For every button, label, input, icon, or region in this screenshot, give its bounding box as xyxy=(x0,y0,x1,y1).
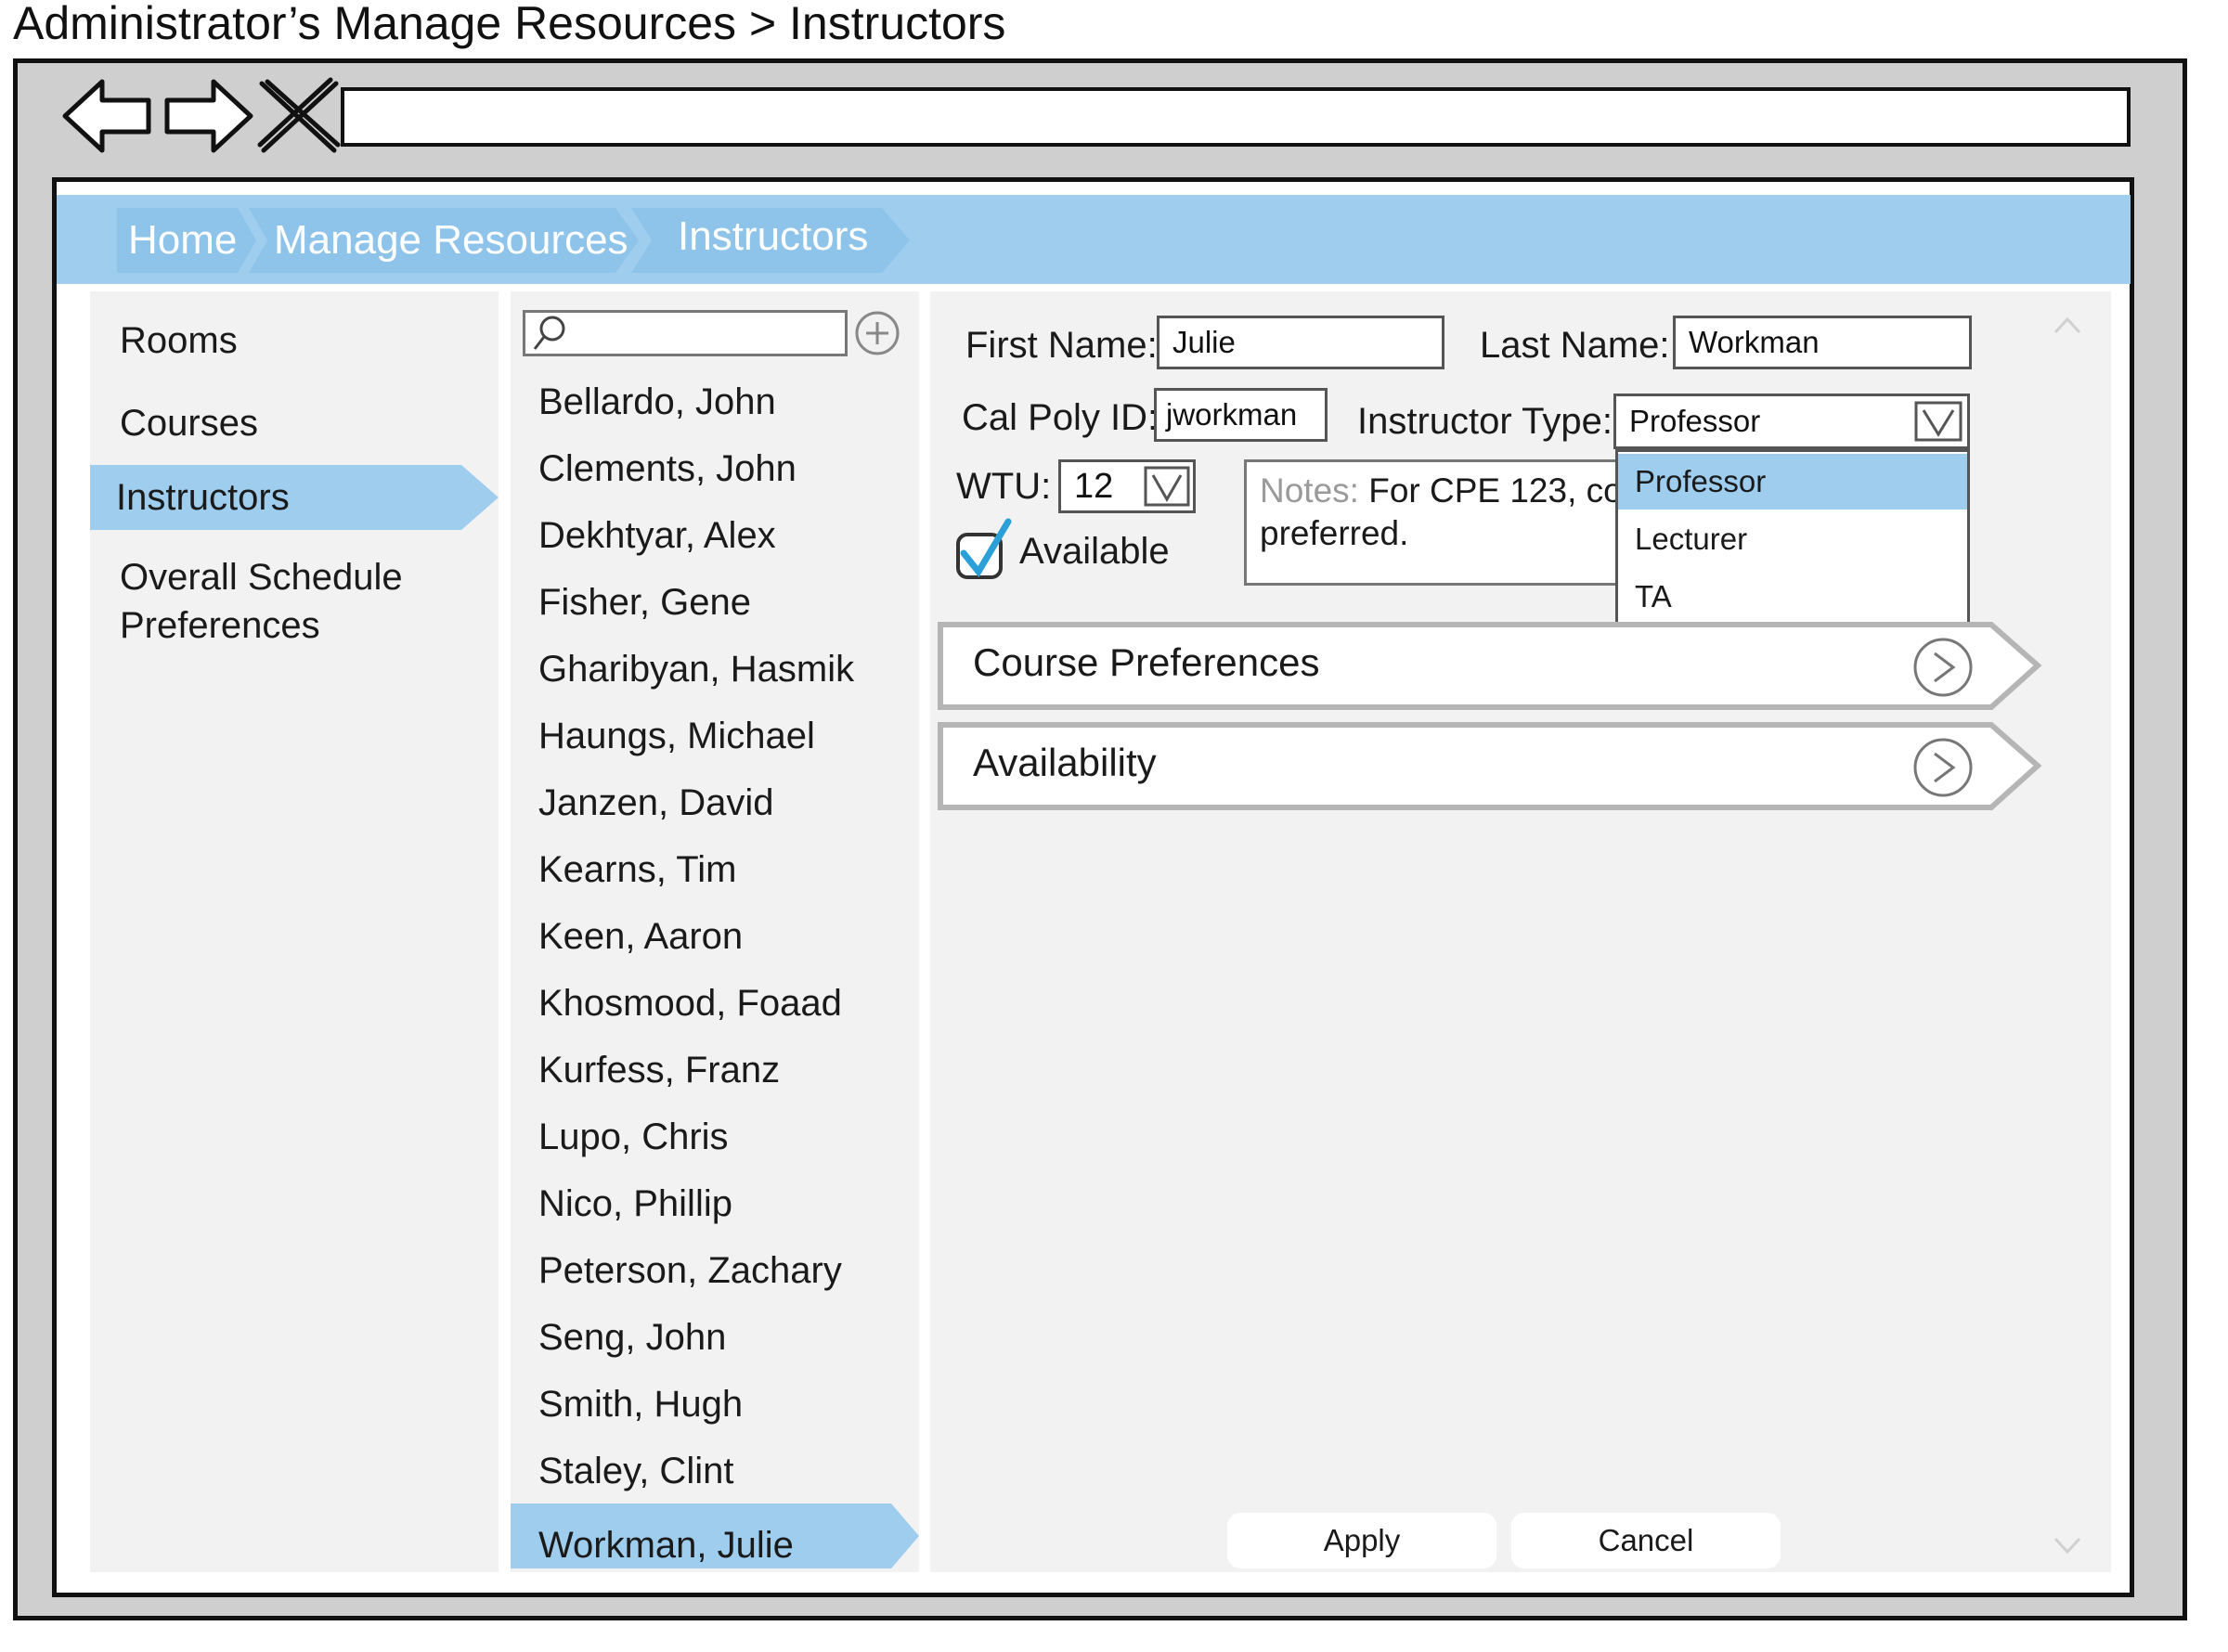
wtu-chevron-down-icon[interactable] xyxy=(1144,466,1190,507)
available-checkbox-icon[interactable] xyxy=(954,518,1029,583)
dropdown-option-lecturer[interactable]: Lecturer xyxy=(1618,511,1967,567)
detail-scrollbar[interactable] xyxy=(2044,304,2091,1567)
search-icon xyxy=(533,316,565,350)
instructor-list-item[interactable]: Staley, Clint xyxy=(538,1451,733,1492)
instructor-list-item[interactable]: Haungs, Michael xyxy=(538,716,815,757)
instructor-list-item[interactable]: Seng, John xyxy=(538,1317,726,1359)
dropdown-option-professor[interactable]: Professor xyxy=(1618,454,1967,510)
instructor-list-item[interactable]: Bellardo, John xyxy=(538,381,776,423)
course-preferences-section[interactable]: Course Preferences xyxy=(938,622,2042,710)
cal-poly-id-label: Cal Poly ID: xyxy=(962,397,1159,438)
availability-section[interactable]: Availability xyxy=(938,722,2042,810)
instructor-list-item[interactable]: Smith, Hugh xyxy=(538,1384,743,1426)
instructor-list-item[interactable]: Janzen, David xyxy=(538,782,773,824)
course-preferences-label: Course Preferences xyxy=(973,640,1320,684)
close-x-icon[interactable] xyxy=(253,74,345,158)
nav-item-courses[interactable]: Courses xyxy=(120,399,258,447)
dropdown-option-ta[interactable]: TA xyxy=(1618,569,1967,625)
instructor-list-item[interactable]: Khosmood, Foaad xyxy=(538,983,842,1025)
instructor-list-item[interactable]: Clements, John xyxy=(538,448,797,490)
wtu-label: WTU: xyxy=(956,466,1052,507)
add-instructor-icon[interactable] xyxy=(854,310,900,356)
instructor-type-dropdown-menu: Professor Lecturer TA xyxy=(1615,449,1970,632)
breadcrumb-home-label: Home xyxy=(128,217,238,263)
cal-poly-id-field[interactable]: jworkman xyxy=(1154,388,1328,442)
notes-line1: For CPE 123, cou xyxy=(1358,471,1642,510)
instructor-list-item[interactable]: Lupo, Chris xyxy=(538,1116,729,1158)
breadcrumb-home[interactable]: Home xyxy=(117,208,256,273)
nav-item-label-line1: Overall Schedule xyxy=(120,557,403,598)
nav-item-rooms[interactable]: Rooms xyxy=(120,316,238,365)
breadcrumb-manage-resources-label: Manage Resources xyxy=(274,217,628,263)
breadcrumb-instructors-label: Instructors xyxy=(678,213,869,259)
expand-chevron-icon[interactable] xyxy=(1912,637,1974,698)
breadcrumb-manage-resources[interactable]: Manage Resources xyxy=(249,208,639,273)
search-input[interactable] xyxy=(523,310,848,356)
back-arrow-icon[interactable] xyxy=(60,74,153,158)
instructor-list-item[interactable]: Peterson, Zachary xyxy=(538,1250,842,1292)
instructor-type-value: Professor xyxy=(1629,404,1761,438)
nav-item-overall-schedule-preferences[interactable]: Overall Schedule Preferences xyxy=(120,553,403,650)
breadcrumb-instructors[interactable]: Instructors xyxy=(631,208,910,273)
nav-item-instructors[interactable]: Instructors xyxy=(116,473,290,522)
instructor-list-item[interactable]: Fisher, Gene xyxy=(538,582,751,624)
forward-arrow-icon[interactable] xyxy=(162,74,255,158)
instructor-list-item[interactable]: Kearns, Tim xyxy=(538,849,736,891)
first-name-label: First Name: xyxy=(965,325,1158,366)
cancel-button[interactable]: Cancel xyxy=(1511,1513,1781,1568)
apply-button[interactable]: Apply xyxy=(1227,1513,1496,1568)
instructor-list-item[interactable]: Gharibyan, Hasmik xyxy=(538,649,854,690)
nav-item-label-line2: Preferences xyxy=(120,605,320,646)
first-name-field[interactable]: Julie xyxy=(1157,316,1444,369)
instructor-list-item[interactable]: Nico, Phillip xyxy=(538,1183,732,1225)
availability-label: Availability xyxy=(973,741,1157,784)
instructor-list-item[interactable]: Kurfess, Franz xyxy=(538,1050,780,1091)
expand-chevron-icon[interactable] xyxy=(1912,737,1974,798)
address-bar[interactable] xyxy=(341,87,2131,147)
page-title: Administrator’s Manage Resources > Instr… xyxy=(13,0,1006,49)
wtu-value: 12 xyxy=(1074,466,1114,506)
instructor-list-item[interactable]: Keen, Aaron xyxy=(538,916,743,958)
scroll-down-icon[interactable] xyxy=(2053,1537,2081,1555)
notes-placeholder: Notes: xyxy=(1260,471,1359,510)
instructor-type-label: Instructor Type: xyxy=(1357,401,1613,442)
instructor-list-item[interactable]: Dekhtyar, Alex xyxy=(538,515,776,557)
chevron-down-icon[interactable] xyxy=(1914,401,1962,442)
last-name-field[interactable]: Workman xyxy=(1673,316,1972,369)
instructor-list-item[interactable]: Workman, Julie xyxy=(538,1525,794,1567)
last-name-label: Last Name: xyxy=(1480,325,1670,366)
scroll-up-icon[interactable] xyxy=(2053,316,2081,334)
available-label: Available xyxy=(1019,531,1170,572)
